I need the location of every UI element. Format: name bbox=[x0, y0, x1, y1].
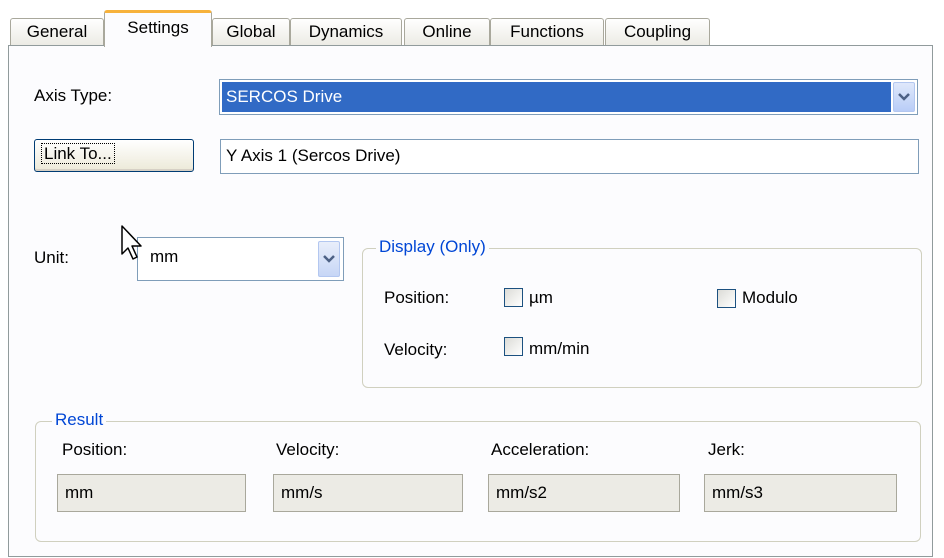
axis-type-select[interactable]: SERCOS Drive bbox=[219, 79, 918, 115]
axis-type-label: Axis Type: bbox=[34, 86, 113, 105]
mm-min-checkbox[interactable] bbox=[504, 337, 523, 356]
chevron-down-icon bbox=[323, 254, 335, 263]
modulo-checkbox[interactable] bbox=[717, 289, 736, 308]
tab-functions[interactable]: Functions bbox=[490, 18, 604, 45]
display-velocity-label: Velocity: bbox=[384, 340, 448, 359]
modulo-checkbox-label: Modulo bbox=[742, 288, 798, 307]
display-group bbox=[362, 248, 922, 388]
chevron-down-icon bbox=[898, 92, 910, 101]
result-position-label: Position: bbox=[62, 440, 128, 459]
mouse-cursor-icon bbox=[121, 225, 142, 260]
tab-global[interactable]: Global bbox=[212, 18, 290, 45]
tab-dynamics[interactable]: Dynamics bbox=[290, 18, 402, 45]
axis-type-dropdown-button[interactable] bbox=[893, 82, 915, 112]
unit-value: mm bbox=[150, 247, 179, 266]
result-velocity-field: mm/s bbox=[273, 474, 463, 512]
link-to-button[interactable]: Link To... bbox=[34, 139, 194, 172]
um-checkbox-label: µm bbox=[529, 288, 553, 307]
result-acceleration-label: Acceleration: bbox=[491, 440, 590, 459]
axis-type-value: SERCOS Drive bbox=[222, 82, 891, 112]
link-to-button-label: Link To... bbox=[41, 143, 115, 164]
result-jerk-label: Jerk: bbox=[708, 440, 745, 459]
result-group-title: Result bbox=[52, 410, 107, 430]
display-position-label: Position: bbox=[384, 288, 450, 307]
result-jerk-field: mm/s3 bbox=[704, 474, 897, 512]
result-velocity-label: Velocity: bbox=[276, 440, 340, 459]
display-group-title: Display (Only) bbox=[376, 237, 489, 257]
link-to-field[interactable]: Y Axis 1 (Sercos Drive) bbox=[220, 139, 919, 174]
mm-min-checkbox-label: mm/min bbox=[529, 339, 590, 358]
clipped-title-fragment bbox=[124, 0, 176, 6]
result-position-field: mm bbox=[57, 474, 246, 512]
tab-settings[interactable]: Settings bbox=[104, 10, 212, 47]
unit-dropdown-button[interactable] bbox=[318, 241, 340, 277]
unit-label: Unit: bbox=[34, 248, 69, 267]
tab-online[interactable]: Online bbox=[404, 18, 490, 45]
unit-select[interactable]: mm bbox=[137, 237, 344, 281]
um-checkbox[interactable] bbox=[504, 288, 523, 307]
result-acceleration-field: mm/s2 bbox=[488, 474, 680, 512]
tab-general[interactable]: General bbox=[10, 18, 104, 45]
tab-coupling[interactable]: Coupling bbox=[605, 18, 710, 45]
